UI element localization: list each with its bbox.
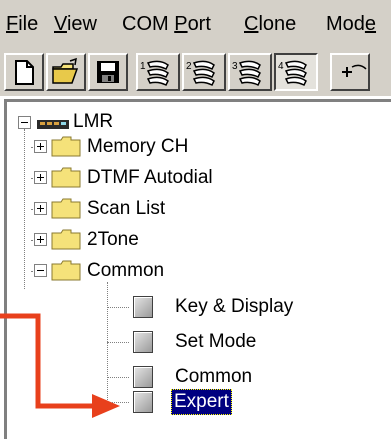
annotation-arrow [0, 313, 120, 418]
